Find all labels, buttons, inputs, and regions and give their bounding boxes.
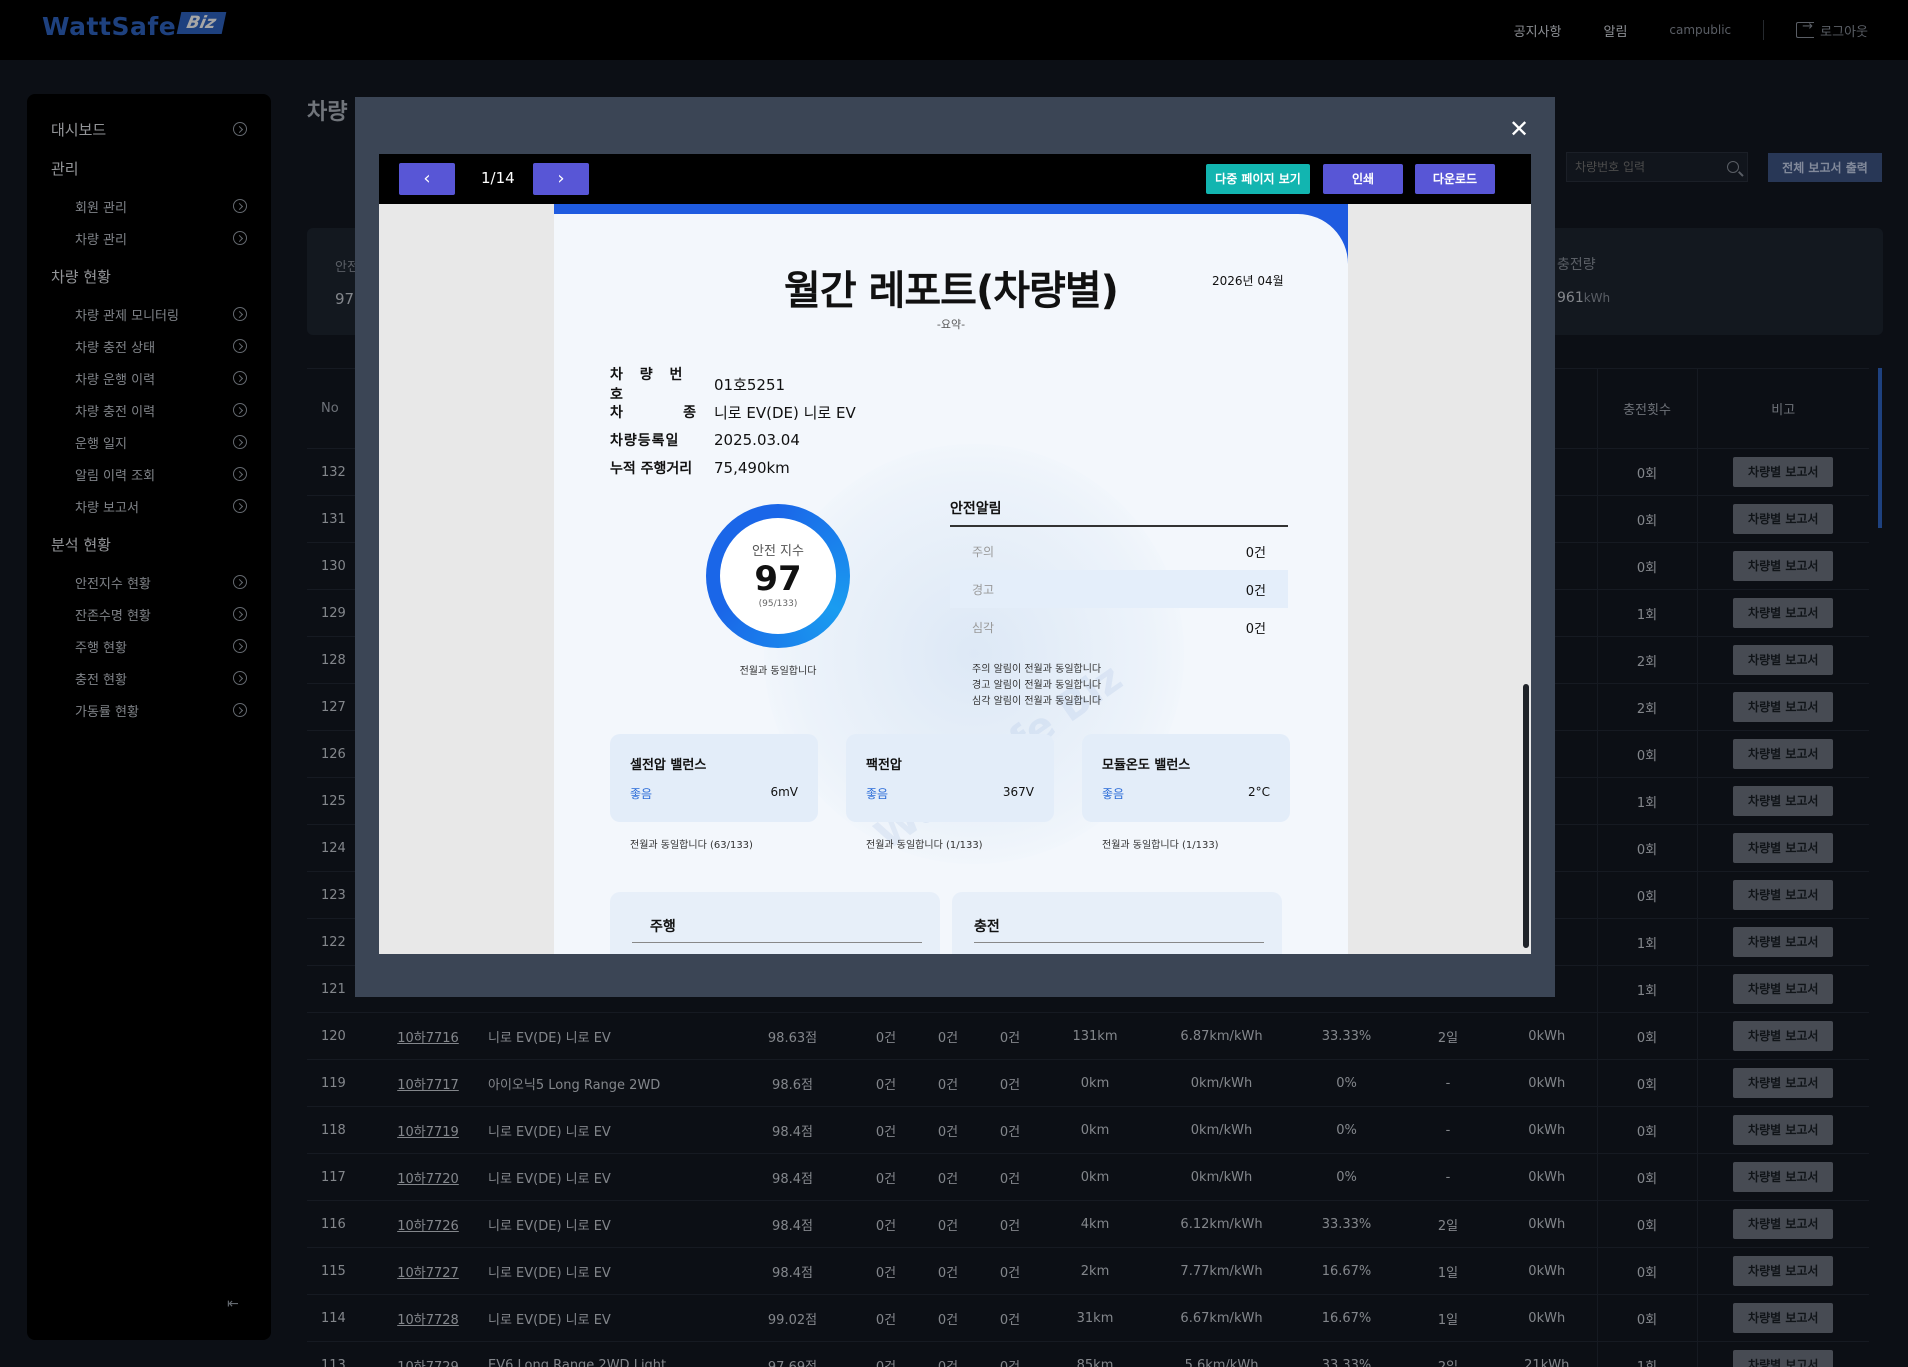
page-indicator: 1/14 (481, 169, 515, 187)
chevron-right-icon: › (557, 168, 565, 189)
alert-note: 경고 알림이 전월과 동일합니다 (972, 680, 1102, 691)
metric-card-cell-voltage: 셀전압 밸런스 좋음 6mV (610, 734, 818, 822)
gauge-inner: 안전 지수 97 (95/133) (720, 518, 836, 634)
report-page: WattSafe Biz 월간 레포트(차량별) 2026년 04월 -요약- … (554, 204, 1348, 954)
info-value: 2025.03.04 (714, 431, 800, 449)
chevron-left-icon: ‹ (423, 168, 431, 189)
viewer-toolbar: ‹ 1/14 › 다중 페이지 보기 인쇄 다운로드 (379, 154, 1531, 204)
safety-index-gauge: 안전 지수 97 (95/133) (706, 504, 850, 648)
vehicle-info: 차 량 번 호 01호5251 차 종 니로 EV(DE) 니로 EV 차량등록일 20… (610, 367, 856, 482)
close-icon[interactable]: ✕ (1507, 117, 1531, 141)
alert-level: 심각 (972, 620, 995, 635)
report-corner-decoration (1288, 204, 1348, 274)
viewer-scrollbar[interactable] (1523, 684, 1529, 948)
alert-row-warning: 경고 0건 (950, 570, 1288, 608)
metric-value: 2°C (1247, 785, 1270, 799)
metric-status: 좋음 (630, 787, 653, 801)
metric-row: 좋음 6mV (630, 785, 798, 802)
alert-row-caution: 주의 0건 (950, 532, 1288, 570)
prev-page-button[interactable]: ‹ (399, 163, 455, 195)
report-date: 2026년 04월 (1212, 274, 1284, 288)
alert-note: 주의 알림이 전월과 동일합니다 (972, 664, 1102, 675)
alert-count: 0건 (1245, 583, 1266, 599)
alert-count: 0건 (1245, 545, 1266, 561)
info-row: 차량등록일 2025.03.04 (610, 426, 856, 454)
metric-note: 전월과 동일합니다 (1/133) (1102, 840, 1219, 851)
alert-level: 경고 (972, 582, 995, 597)
section-divider (632, 942, 922, 943)
metric-note: 전월과 동일합니다 (1/133) (866, 840, 983, 851)
print-button[interactable]: 인쇄 (1323, 164, 1403, 194)
info-row: 차 량 번 호 01호5251 (610, 367, 856, 403)
info-label: 누적 주행거리 (610, 461, 693, 477)
metric-title: 모듈온도 밸런스 (1102, 758, 1191, 773)
alerts-divider (950, 525, 1288, 527)
metric-value: 6mV (770, 785, 798, 799)
charging-section-card (952, 892, 1282, 954)
alert-level: 주의 (972, 544, 995, 559)
multi-page-view-button[interactable]: 다중 페이지 보기 (1206, 164, 1310, 194)
metric-card-pack-voltage: 팩전압 좋음 367V (846, 734, 1054, 822)
metric-row: 좋음 2°C (1102, 785, 1270, 802)
metric-note: 전월과 동일합니다 (63/133) (630, 840, 753, 851)
metric-status: 좋음 (1102, 787, 1125, 801)
pdf-viewer: ‹ 1/14 › 다중 페이지 보기 인쇄 다운로드 WattSafe Biz … (379, 154, 1531, 954)
metric-row: 좋음 367V (866, 785, 1034, 802)
safety-index-rank: (95/133) (758, 599, 798, 609)
info-value: 75,490km (714, 459, 790, 477)
info-label: 차량등록일 (610, 433, 680, 449)
alert-row-critical: 심각 0건 (950, 608, 1288, 646)
safety-index-note: 전월과 동일합니다 (739, 666, 817, 677)
alert-notes: 주의 알림이 전월과 동일합니다 경고 알림이 전월과 동일합니다 심각 알림이… (972, 662, 1101, 710)
info-row: 누적 주행거리 75,490km (610, 454, 856, 482)
report-top-bar (554, 204, 1348, 214)
alert-note: 심각 알림이 전월과 동일합니다 (972, 696, 1102, 707)
info-label-char: 차 (610, 405, 623, 421)
metric-value: 367V (1002, 785, 1034, 799)
alert-count: 0건 (1245, 621, 1266, 637)
metric-title: 셀전압 밸런스 (630, 758, 707, 773)
next-page-button[interactable]: › (533, 163, 589, 195)
info-value: 01호5251 (714, 375, 786, 394)
info-label-char: 종 (683, 405, 696, 421)
info-row: 차 종 니로 EV(DE) 니로 EV (610, 398, 856, 426)
section-divider (974, 942, 1264, 943)
info-label: 차 량 번 호 (610, 367, 689, 403)
info-label: 차종 (610, 402, 714, 422)
metric-title: 팩전압 (866, 758, 902, 773)
charging-section-title: 충전 (974, 919, 1000, 935)
safety-index-value: 97 (754, 559, 802, 599)
driving-section-title: 주행 (650, 919, 676, 935)
metric-status: 좋음 (866, 787, 889, 801)
report-subtitle: -요약- (936, 318, 966, 331)
alerts-title: 안전알림 (950, 501, 1002, 517)
metric-card-module-temp: 모듈온도 밸런스 좋음 2°C (1082, 734, 1290, 822)
download-button[interactable]: 다운로드 (1415, 164, 1495, 194)
safety-index-label: 안전 지수 (752, 544, 804, 559)
info-value: 니로 EV(DE) 니로 EV (714, 403, 856, 422)
